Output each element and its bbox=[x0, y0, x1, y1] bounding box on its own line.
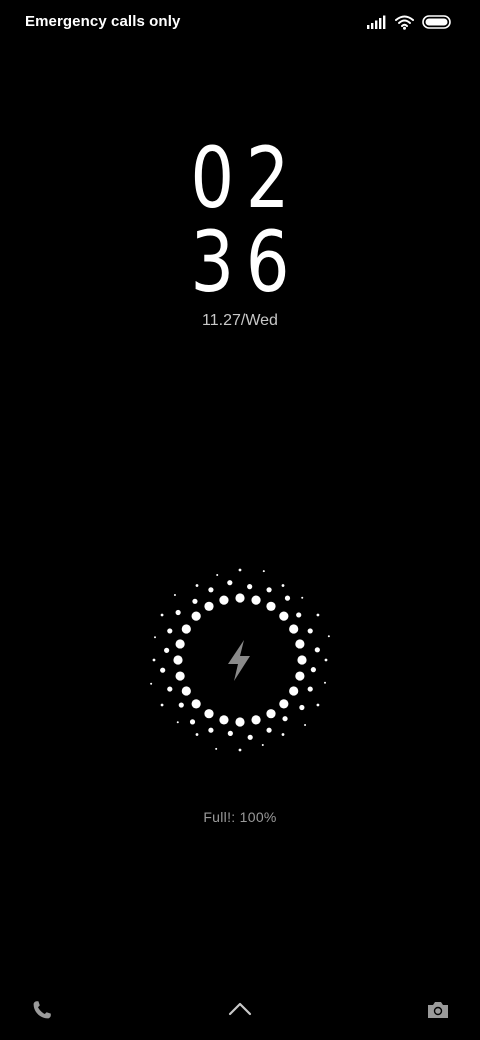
ring-dot bbox=[164, 647, 170, 653]
ring-dot bbox=[167, 686, 173, 692]
ring-dot bbox=[176, 721, 179, 724]
ring-dot bbox=[175, 639, 185, 649]
ring-dot bbox=[235, 717, 245, 727]
ring-dot bbox=[281, 584, 285, 587]
ring-dot bbox=[295, 639, 305, 649]
clock-hours: 02 bbox=[190, 129, 302, 227]
ring-dot bbox=[247, 734, 253, 740]
ring-dot bbox=[216, 574, 219, 576]
ring-dot bbox=[160, 667, 166, 673]
ring-dot bbox=[204, 601, 214, 611]
ring-dot bbox=[227, 580, 233, 586]
ring-dot bbox=[289, 624, 299, 634]
charging-ring-dots bbox=[150, 568, 330, 752]
ring-dot bbox=[208, 587, 214, 593]
charging-indicator bbox=[140, 560, 340, 760]
ring-dot bbox=[262, 570, 265, 573]
ring-dot bbox=[192, 598, 198, 604]
lightning-bolt-icon bbox=[228, 640, 250, 681]
ring-dot bbox=[175, 609, 181, 616]
ring-dot bbox=[282, 716, 288, 722]
ring-dot bbox=[181, 624, 191, 634]
ring-dot bbox=[195, 733, 199, 736]
ring-dot bbox=[238, 748, 242, 752]
ring-dot bbox=[307, 686, 313, 692]
ring-dot bbox=[279, 699, 289, 709]
ring-dot bbox=[299, 704, 305, 711]
camera-icon[interactable] bbox=[425, 998, 451, 1022]
ring-dot bbox=[154, 636, 156, 639]
ring-dot bbox=[181, 686, 191, 696]
ring-dot bbox=[266, 727, 272, 733]
ring-dot bbox=[266, 709, 276, 719]
signal-icon bbox=[367, 15, 386, 29]
ring-dot bbox=[178, 702, 184, 708]
ring-dot bbox=[251, 715, 261, 725]
ring-dot bbox=[173, 593, 176, 596]
ring-dot bbox=[150, 682, 153, 685]
ring-dot bbox=[304, 724, 307, 727]
ring-dot bbox=[175, 671, 185, 681]
status-bar: Emergency calls only bbox=[0, 0, 480, 44]
ring-dot bbox=[261, 744, 264, 746]
ring-dot bbox=[324, 658, 328, 662]
battery-icon bbox=[422, 15, 451, 29]
ring-dot bbox=[215, 747, 218, 750]
bottom-bar bbox=[0, 990, 480, 1030]
ring-dot bbox=[295, 671, 305, 681]
ring-dot bbox=[296, 612, 302, 618]
ring-dot bbox=[247, 584, 253, 590]
ring-dot bbox=[310, 667, 316, 673]
ring-dot bbox=[204, 709, 214, 719]
ring-dot bbox=[266, 587, 272, 593]
ring-dot bbox=[208, 727, 214, 733]
ring-dot bbox=[167, 628, 173, 634]
ring-dot bbox=[160, 703, 164, 707]
ring-dot bbox=[281, 733, 285, 736]
ring-dot bbox=[189, 719, 196, 725]
ring-dot bbox=[314, 647, 320, 653]
ring-dot bbox=[173, 655, 183, 665]
ring-dot bbox=[195, 584, 199, 587]
ring-dot bbox=[227, 730, 233, 736]
ring-dot bbox=[289, 686, 299, 696]
carrier-text: Emergency calls only bbox=[25, 13, 181, 30]
status-icons bbox=[367, 12, 452, 32]
ring-dot bbox=[235, 593, 245, 603]
ring-dot bbox=[191, 611, 201, 621]
wifi-icon bbox=[395, 15, 414, 30]
ring-dot bbox=[301, 596, 304, 599]
ring-dot bbox=[297, 655, 307, 665]
ring-dot bbox=[316, 703, 320, 707]
ring-dot bbox=[279, 611, 289, 621]
charge-status-text: Full!: 100% bbox=[203, 809, 277, 825]
ring-dot bbox=[160, 613, 164, 617]
lock-clock: 02 36 bbox=[0, 136, 480, 304]
ring-dot bbox=[152, 658, 156, 662]
ring-dot bbox=[219, 715, 229, 725]
ring-dot bbox=[251, 595, 261, 605]
ring-dot bbox=[219, 595, 229, 605]
ring-dot bbox=[316, 613, 320, 617]
ring-dot bbox=[284, 595, 291, 601]
ring-dot bbox=[327, 635, 330, 638]
ring-dot bbox=[324, 681, 326, 684]
clock-minutes: 36 bbox=[190, 213, 302, 311]
clock-date: 11.27/Wed bbox=[202, 312, 278, 329]
ring-dot bbox=[238, 568, 242, 572]
ring-dot bbox=[266, 601, 276, 611]
ring-dot bbox=[191, 699, 201, 709]
ring-dot bbox=[307, 628, 313, 634]
chevron-up-icon[interactable] bbox=[227, 1000, 253, 1018]
phone-icon[interactable] bbox=[30, 998, 54, 1022]
